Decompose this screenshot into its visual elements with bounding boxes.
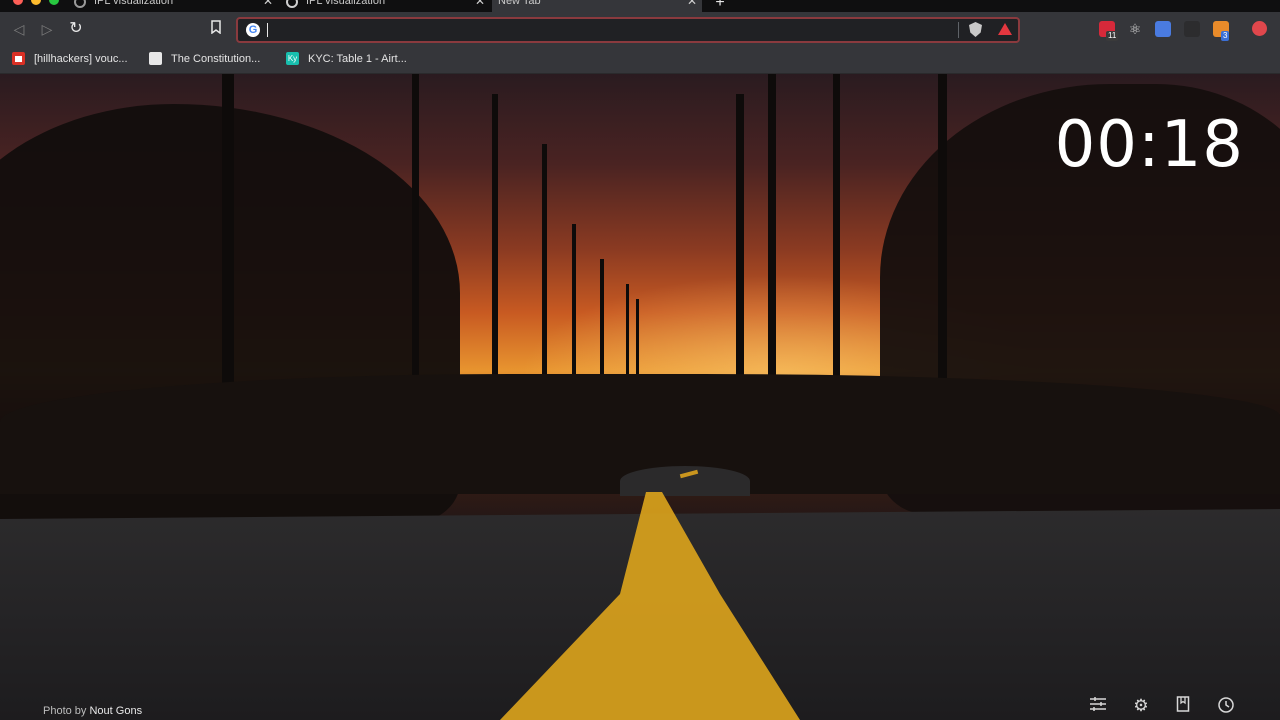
gmail-icon xyxy=(12,52,25,65)
tab-2[interactable]: IPL visualization ✕ xyxy=(286,0,490,12)
history-icon[interactable] xyxy=(1216,696,1236,716)
close-tab-icon[interactable]: ✕ xyxy=(687,0,697,8)
extension-badge: 3 xyxy=(1221,31,1230,41)
clock: 00:18 xyxy=(1054,108,1244,182)
tab-new-tab[interactable]: New Tab ✕ xyxy=(492,0,702,12)
airtable-icon: Ky xyxy=(286,52,299,65)
tab-label: IPL visualization xyxy=(94,0,174,7)
browser-toolbar: ◁ ▷ ↻ G 11 ⚛ 3 xyxy=(0,12,1280,46)
globe-icon xyxy=(74,0,86,8)
react-devtools-icon[interactable]: ⚛ xyxy=(1127,21,1143,37)
tab-strip: IPL visualization ✕ IPL visualization ✕ … xyxy=(0,0,1280,12)
road-curve xyxy=(620,466,750,496)
credit-prefix: Photo by xyxy=(43,705,87,717)
text-cursor xyxy=(267,23,268,37)
extension-badge: 11 xyxy=(1106,31,1119,41)
tab-label: IPL visualization xyxy=(306,0,386,7)
address-input[interactable] xyxy=(266,21,956,39)
globe-icon xyxy=(286,0,298,8)
constitution-icon xyxy=(149,52,162,65)
new-tab-button[interactable]: + xyxy=(712,0,728,12)
photo-credit[interactable]: Photo by Nout Gons xyxy=(43,705,142,717)
bookmark-label: KYC: Table 1 - Airt... xyxy=(308,53,407,65)
brave-rewards-icon[interactable] xyxy=(998,23,1012,35)
sliders-icon[interactable] xyxy=(1088,696,1108,716)
new-tab-background: 00:18 Photo by Nout Gons ⚙ xyxy=(0,74,1280,720)
credit-author[interactable]: Nout Gons xyxy=(89,705,142,717)
close-window-icon[interactable] xyxy=(13,0,23,5)
close-tab-icon[interactable]: ✕ xyxy=(475,0,485,8)
bookmark-label: The Constitution... xyxy=(171,53,261,65)
profile-icon[interactable] xyxy=(1252,21,1267,36)
tab-label: New Tab xyxy=(498,0,541,7)
forward-arrow-icon[interactable]: ▷ xyxy=(37,19,57,39)
minimize-window-icon[interactable] xyxy=(31,0,41,5)
divider xyxy=(958,22,959,38)
bookmark-icon[interactable] xyxy=(1173,696,1193,716)
dark-extension-icon[interactable] xyxy=(1184,21,1200,37)
google-translate-icon[interactable] xyxy=(1155,21,1171,37)
maximize-window-icon[interactable] xyxy=(49,0,59,5)
reload-icon[interactable]: ↻ xyxy=(66,19,86,39)
bookmark-label: [hillhackers] vouc... xyxy=(34,53,128,65)
omnibox[interactable]: G xyxy=(236,17,1020,43)
back-arrow-icon[interactable]: ◁ xyxy=(9,19,29,39)
tab-1[interactable]: IPL visualization ✕ xyxy=(74,0,278,12)
bookmarks-bar: [hillhackers] vouc... The Constitution..… xyxy=(0,46,1280,74)
bookmark-icon[interactable] xyxy=(206,19,226,39)
google-icon: G xyxy=(246,23,260,37)
close-tab-icon[interactable]: ✕ xyxy=(263,0,273,8)
gear-icon[interactable]: ⚙ xyxy=(1131,696,1151,716)
brave-shields-icon[interactable] xyxy=(969,22,982,37)
